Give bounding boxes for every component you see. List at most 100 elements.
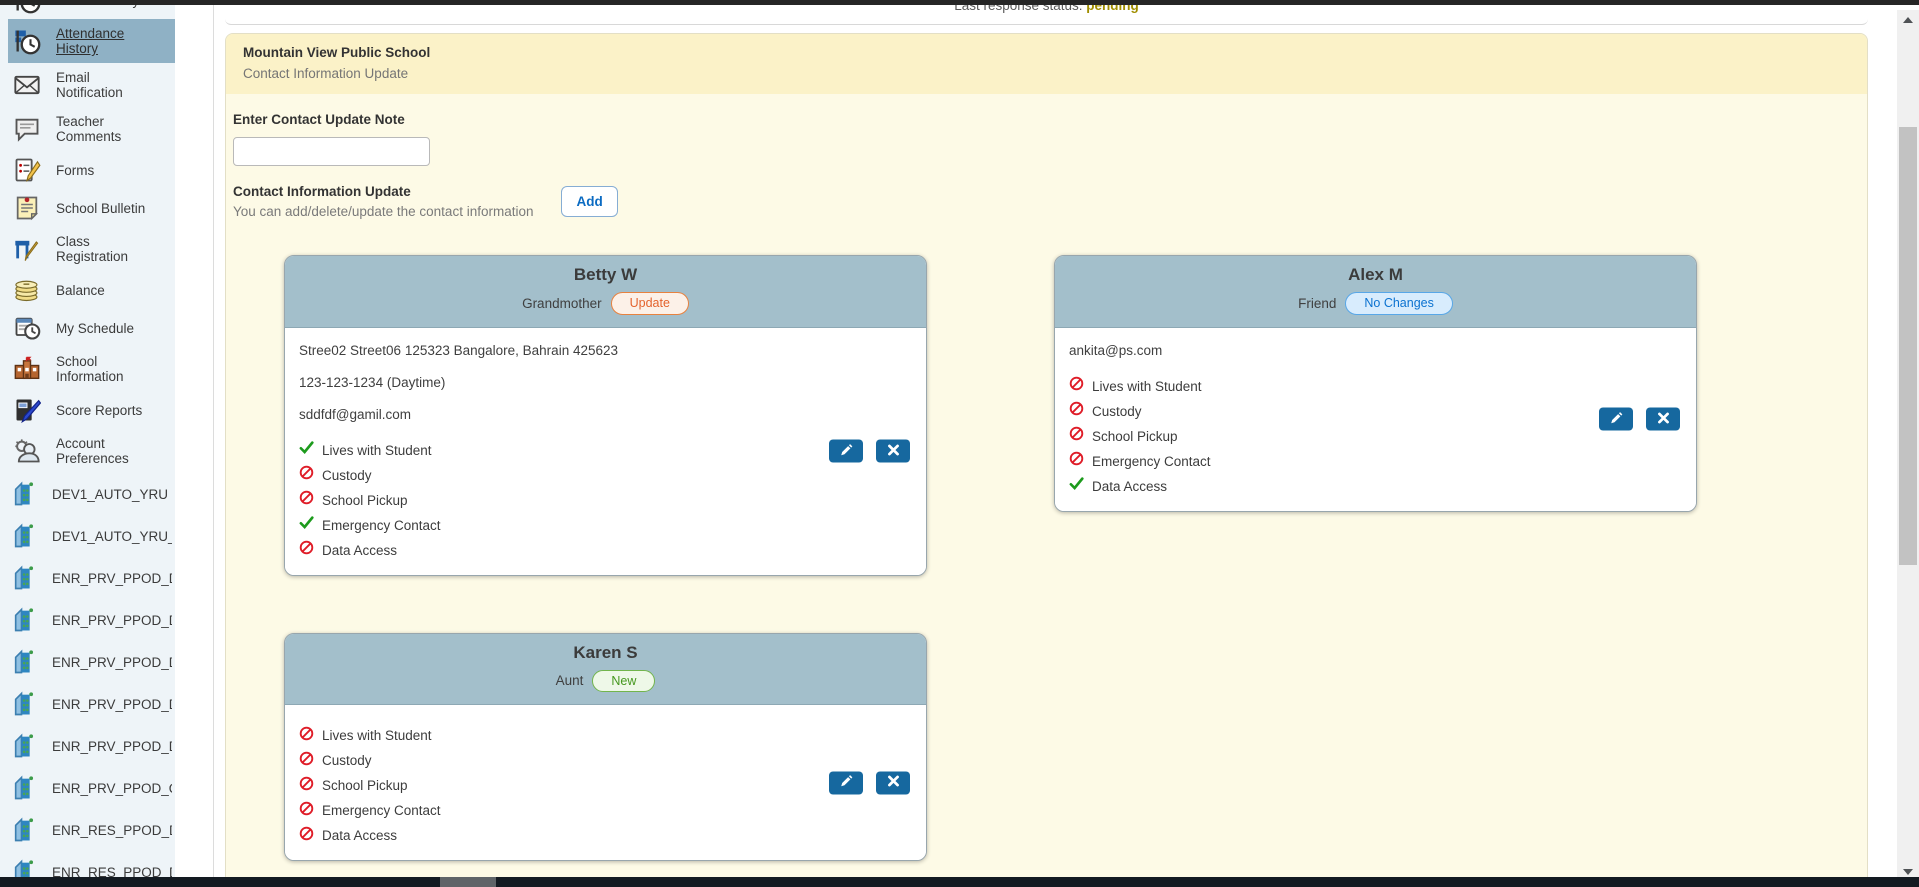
sidebar-item-account-preferences[interactable]: Account Preferences: [0, 429, 175, 473]
sidebar-school-link-7[interactable]: ENR_PRV_PPOD_DEV: [0, 725, 175, 767]
permission-status-list: Lives with StudentCustodySchool PickupEm…: [299, 438, 910, 563]
delete-contact-button[interactable]: [876, 440, 910, 463]
sidebar-item-grade-history[interactable]: Grade History: [0, 5, 175, 19]
sidebar-school-link-9[interactable]: ENR_RES_PPOD_DEV: [0, 809, 175, 851]
school-building-icon: [10, 521, 40, 551]
edit-contact-button[interactable]: [829, 771, 863, 794]
status-row-lives-with-student: Lives with Student: [299, 723, 910, 748]
status-label: School Pickup: [1092, 429, 1178, 444]
school-building-icon: [10, 857, 40, 877]
sidebar-school-link-2[interactable]: DEV1_AUTO_YRU_V1: [0, 515, 175, 557]
school-building-icon: [10, 605, 40, 635]
contact-update-panel: Mountain View Public School Contact Info…: [225, 33, 1868, 877]
sidebar-item-label: Teacher Comments: [56, 114, 156, 144]
edit-pencil-icon: [840, 443, 853, 459]
sidebar-school-link-5[interactable]: ENR_PRV_PPOD_DEV: [0, 641, 175, 683]
delete-x-icon: [887, 443, 900, 459]
contact-card-betty-w: Betty WGrandmotherUpdateStree02 Street06…: [284, 255, 927, 576]
school-link-label: ENR_PRV_PPOD_DEV: [52, 571, 172, 586]
sidebar-item-teacher-comments[interactable]: Teacher Comments: [0, 107, 175, 151]
sidebar-school-link-4[interactable]: ENR_PRV_PPOD_DEV: [0, 599, 175, 641]
sidebar-item-attendance-history[interactable]: Attendance History: [8, 19, 175, 63]
sidebar-school-link-6[interactable]: ENR_PRV_PPOD_DEV: [0, 683, 175, 725]
card-actions: [1599, 408, 1680, 431]
ban-icon: [299, 751, 314, 771]
contact-card-body: Stree02 Street06 125323 Bangalore, Bahra…: [285, 328, 926, 575]
account-preferences-icon: [12, 436, 42, 466]
check-icon: [299, 515, 314, 535]
contact-card-karen-s: Karen SAuntNewLives with StudentCustodyS…: [284, 633, 927, 862]
contact-detail-line: Stree02 Street06 125323 Bangalore, Bahra…: [299, 342, 910, 359]
status-label: Lives with Student: [322, 728, 432, 743]
relationship-label: Aunt: [556, 673, 584, 688]
school-link-label: ENR_RES_PPOD_DEV: [52, 823, 172, 838]
edit-pencil-icon: [840, 775, 853, 791]
contact-detail-line: sddfdf@gamil.com: [299, 406, 910, 423]
school-link-label: ENR_PRV_PPOD_DEV: [52, 613, 172, 628]
ban-icon: [299, 726, 314, 746]
school-link-label: DEV1_AUTO_YRU_V1: [52, 529, 172, 544]
status-label: School Pickup: [322, 493, 408, 508]
school-building-icon: [10, 479, 40, 509]
sidebar-item-school-bulletin[interactable]: School Bulletin: [0, 189, 175, 227]
last-response-status-label: Last response status:: [954, 5, 1082, 13]
sidebar-item-score-reports[interactable]: Score Reports: [0, 391, 175, 429]
scrollbar-thumb[interactable]: [1899, 127, 1917, 565]
delete-contact-button[interactable]: [1646, 408, 1680, 431]
sidebar-school-link-3[interactable]: ENR_PRV_PPOD_DEV: [0, 557, 175, 599]
taskbar-segment: [440, 877, 496, 887]
contact-detail-line: 123-123-1234 (Daytime): [299, 374, 910, 391]
edit-contact-button[interactable]: [829, 440, 863, 463]
sidebar-item-label: Account Preferences: [56, 436, 156, 466]
sidebar-item-class-registration[interactable]: Class Registration: [0, 227, 175, 271]
check-icon: [1069, 476, 1084, 496]
sidebar-school-link-10[interactable]: ENR_RES_PPOD_DEV: [0, 851, 175, 877]
school-building-icon: [10, 563, 40, 593]
sidebar-item-email-notification[interactable]: Email Notification: [0, 63, 175, 107]
status-row-data-access: Data Access: [1069, 474, 1680, 499]
scroll-up-arrow-icon[interactable]: [1897, 12, 1919, 28]
sidebar-item-label: Attendance History: [56, 26, 156, 56]
sidebar-school-link-8[interactable]: ENR_PRV_PPOD_QA2: [0, 767, 175, 809]
status-row-custody: Custody: [299, 748, 910, 773]
section-title: Contact Information Update: [233, 184, 533, 199]
card-actions: [829, 440, 910, 463]
sidebar-item-label: School Information: [56, 354, 156, 384]
school-building-icon: [10, 731, 40, 761]
grade-history-icon: [12, 5, 42, 15]
scroll-down-arrow-icon[interactable]: [1897, 864, 1919, 877]
relationship-row: GrandmotherUpdate: [297, 292, 914, 315]
panel-body: Enter Contact Update Note Contact Inform…: [226, 94, 1867, 877]
sidebar: Grade History Attendance History Email Not…: [0, 5, 175, 877]
sidebar-item-forms[interactable]: Forms: [0, 151, 175, 189]
sidebar-item-balance[interactable]: Balance: [0, 271, 175, 309]
sidebar-school-link-1[interactable]: DEV1_AUTO_YRU: [0, 473, 175, 515]
status-row-custody: Custody: [299, 463, 910, 488]
status-row-lives-with-student: Lives with Student: [299, 438, 910, 463]
status-badge-no-changes: No Changes: [1345, 292, 1453, 315]
status-row-data-access: Data Access: [299, 823, 910, 848]
school-link-label: DEV1_AUTO_YRU: [52, 487, 172, 502]
school-name: Mountain View Public School: [243, 45, 1850, 60]
sidebar-item-label: Class Registration: [56, 234, 156, 264]
status-label: Data Access: [322, 543, 397, 558]
sidebar-item-label: Grade History: [56, 5, 156, 8]
sidebar-item-label: Balance: [56, 283, 156, 298]
status-label: Custody: [322, 753, 372, 768]
school-building-icon: [10, 647, 40, 677]
permission-status-list: Lives with StudentCustodySchool PickupEm…: [1069, 374, 1680, 499]
sidebar-item-my-schedule[interactable]: My Schedule: [0, 309, 175, 347]
add-contact-button[interactable]: Add: [561, 186, 617, 217]
relationship-label: Grandmother: [522, 296, 602, 311]
edit-contact-button[interactable]: [1599, 408, 1633, 431]
window-bottom-edge: [0, 877, 1919, 887]
school-building-icon: [10, 689, 40, 719]
delete-contact-button[interactable]: [876, 771, 910, 794]
contact-update-note-input[interactable]: [233, 137, 430, 166]
school-link-label: ENR_PRV_PPOD_QA2: [52, 781, 172, 796]
sidebar-item-label: Email Notification: [56, 70, 156, 100]
sidebar-item-school-information[interactable]: School Information: [0, 347, 175, 391]
ban-icon: [299, 801, 314, 821]
status-row-emergency-contact: Emergency Contact: [1069, 449, 1680, 474]
vertical-scrollbar[interactable]: [1897, 10, 1919, 877]
